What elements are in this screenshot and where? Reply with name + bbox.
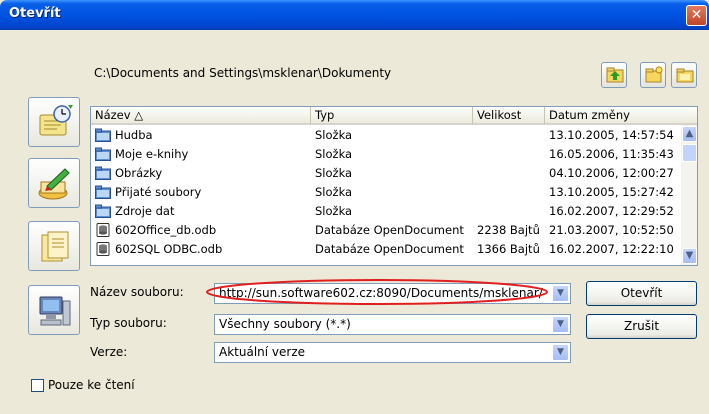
list-item[interactable]: 602SQL ODBC.odb Databáze OpenDocument 1366… [91,240,681,259]
default-folder-icon [676,68,694,83]
readonly-checkbox[interactable] [31,379,44,392]
filetype-value: Všechny soubory (*.*) [219,317,351,331]
schedule-icon [39,105,73,136]
readonly-label[interactable]: Pouze ke čtení [48,378,135,392]
document-icon [41,231,69,262]
sidebar-computer-button[interactable] [28,285,80,335]
scroll-up-button[interactable]: ▲ [682,126,697,142]
column-header-type[interactable]: Typ [311,107,473,125]
chevron-down-icon[interactable]: ▼ [552,344,569,361]
folder-icon [95,147,111,161]
file-date: 04.10.2006, 12:00:27 [549,166,674,180]
file-name: Moje e-knihy [115,147,189,161]
file-date: 16.02.2007, 12:22:10 [549,242,674,256]
database-icon [96,242,110,256]
filename-input[interactable]: http://sun.software602.cz:8090/Documents… [214,283,571,304]
folder-icon [95,166,111,180]
column-header-date[interactable]: Datum změny [545,107,697,125]
file-type: Složka [315,166,353,180]
file-size: 1366 Bajtů [477,242,540,256]
folder-icon [95,204,111,218]
file-list[interactable]: Název △ Typ Velikost Datum změny Hudba Sl… [90,106,698,266]
version-select[interactable]: Aktuální verze ▼ [214,342,571,363]
file-type: Databáze OpenDocument [315,223,464,237]
new-folder-button[interactable] [640,62,666,88]
list-item[interactable]: Zdroje dat Složka 16.02.2007, 12:29:52 [91,202,681,221]
file-type: Složka [315,147,353,161]
computer-icon [39,296,71,326]
sidebar-schedule-button[interactable] [28,97,80,147]
filename-label: Název souboru: [90,285,184,299]
up-folder-icon [606,67,624,83]
list-item[interactable]: Obrázky Složka 04.10.2006, 12:00:27 [91,164,681,183]
close-button[interactable]: ✕ [686,5,707,26]
new-folder-icon [645,66,663,83]
file-name: Zdroje dat [115,204,175,218]
file-type: Složka [315,204,353,218]
database-icon [96,223,110,237]
file-name: Obrázky [115,166,163,180]
column-header-size[interactable]: Velikost [473,107,545,125]
list-item[interactable]: Hudba Složka 13.10.2005, 14:57:54 [91,126,681,145]
chevron-down-icon[interactable]: ▼ [552,285,569,302]
file-type: Složka [315,185,353,199]
file-name: 602SQL ODBC.odb [115,242,223,256]
file-size: 2238 Bajtů [477,223,540,237]
sidebar-documents-button[interactable] [28,221,80,271]
dialog-title: Otevřít [9,6,61,21]
current-path: C:\Documents and Settings\msklenar\Dokum… [94,66,392,80]
version-label: Verze: [90,345,128,359]
file-list-scrollbar[interactable]: ▲ ▼ [681,125,697,265]
file-date: 21.03.2007, 10:52:50 [549,223,674,237]
sidebar-edit-button[interactable] [28,158,80,208]
file-name: Hudba [115,128,153,142]
list-item[interactable]: Moje e-knihy Složka 16.05.2006, 11:35:43 [91,145,681,164]
filetype-label: Typ souboru: [90,316,167,330]
edit-document-icon [38,168,70,200]
column-header-name[interactable]: Název △ [91,107,311,125]
file-date: 16.02.2007, 12:29:52 [549,204,674,218]
open-dialog: Otevřít ✕ C:\Documents and Settings\mskl… [0,0,709,414]
file-name: 602Office_db.odb [115,223,217,237]
scroll-thumb[interactable] [682,144,697,162]
open-button[interactable]: Otevřít [586,281,697,306]
chevron-down-icon[interactable]: ▼ [552,316,569,333]
filetype-select[interactable]: Všechny soubory (*.*) ▼ [214,314,571,335]
list-item[interactable]: Přijaté soubory Složka 13.10.2005, 15:27:4… [91,183,681,202]
up-folder-button[interactable] [601,62,627,88]
file-date: 16.05.2006, 11:35:43 [549,147,674,161]
version-value: Aktuální verze [219,345,306,359]
file-type: Databáze OpenDocument [315,242,464,256]
file-date: 13.10.2005, 14:57:54 [549,128,674,142]
folder-icon [95,185,111,199]
folder-icon [95,128,111,142]
cancel-button[interactable]: Zrušit [586,314,697,339]
default-folder-button[interactable] [671,62,697,88]
scroll-down-button[interactable]: ▼ [682,248,697,264]
filename-value: http://sun.software602.cz:8090/Documents… [219,286,543,300]
list-item[interactable]: 602Office_db.odb Databáze OpenDocument 223… [91,221,681,240]
file-date: 13.10.2005, 15:27:42 [549,185,674,199]
close-icon: ✕ [690,7,703,23]
file-type: Složka [315,128,353,142]
file-name: Přijaté soubory [115,185,202,199]
title-bar[interactable]: Otevřít ✕ [0,0,709,30]
